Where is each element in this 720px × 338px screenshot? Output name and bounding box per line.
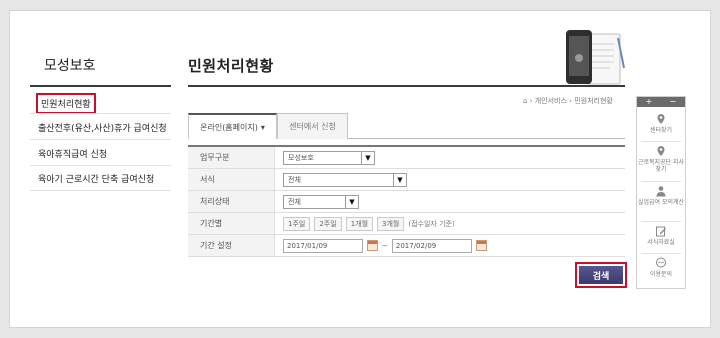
chat-icon xyxy=(656,257,666,268)
form-row-task-type: 업무구분 모성보호 ▼ xyxy=(188,147,625,169)
search-form: 업무구분 모성보호 ▼ 서식 전체 ▼ 처리상태 전체 ▼ 기간별 1주일 2주… xyxy=(188,145,625,257)
sidebar-title: 모성보호 xyxy=(44,58,96,74)
quick-item-inquiry[interactable]: 이용문의 xyxy=(637,257,685,278)
quick-item-benefit-calculator[interactable]: 실업급여 모의계산 xyxy=(637,185,685,206)
tab-center[interactable]: 센터에서 신청 xyxy=(277,113,348,139)
sidebar-divider xyxy=(30,190,171,191)
date-from-input[interactable]: 2017/01/09 xyxy=(283,238,363,253)
quick-item-center-search[interactable]: 센터찾기 xyxy=(637,113,685,134)
task-type-value: 모성보호 xyxy=(288,153,314,162)
period-label: 기간별 xyxy=(188,213,275,234)
quick-menu-divider xyxy=(641,253,681,254)
form-value: 전체 xyxy=(288,175,301,184)
quick-item-branch-search[interactable]: 근로복지공단 지사찾기 xyxy=(637,145,685,173)
map-pin-icon xyxy=(657,114,665,124)
form-row-status: 처리상태 전체 ▼ xyxy=(188,191,625,213)
quick-menu-divider xyxy=(641,181,681,182)
calendar-icon[interactable] xyxy=(367,240,378,251)
tab-online[interactable]: 온라인(홈페이지) ▾ xyxy=(188,113,277,139)
person-icon xyxy=(656,186,666,197)
quick-item-label: 실업급여 모의계산 xyxy=(637,199,685,206)
quick-menu: + − 센터찾기 근로복지공단 지사찾기 실업급여 모의계산 서식자료실 이용문… xyxy=(636,96,686,289)
sidebar-item-reduced-hours[interactable]: 육아기 근로시간 단축 급여신청 xyxy=(38,172,154,185)
quick-item-label: 이용문의 xyxy=(649,271,673,278)
form-row-period-set: 기간 설정 2017/01/09 ~ 2017/02/09 xyxy=(188,235,625,257)
status-select[interactable]: 전체 ▼ xyxy=(283,194,359,209)
sidebar-rule xyxy=(30,85,171,87)
breadcrumb-current: 민원처리현황 xyxy=(574,97,613,105)
page-title: 민원처리현황 xyxy=(188,57,274,75)
quick-item-label: 서식자료실 xyxy=(647,239,675,246)
map-pin-icon xyxy=(657,146,665,156)
form-row-form: 서식 전체 ▼ xyxy=(188,169,625,191)
plus-icon[interactable]: + xyxy=(646,98,653,106)
sidebar-divider xyxy=(30,165,171,166)
period-3month-button[interactable]: 3개월 xyxy=(377,216,405,231)
period-2week-button[interactable]: 2주일 xyxy=(314,216,342,231)
form-row-period: 기간별 1주일 2주일 1개월 3개월 (접수일자 기준) xyxy=(188,213,625,235)
status-label: 처리상태 xyxy=(188,191,275,212)
sidebar-divider xyxy=(30,139,171,140)
quick-item-form-library[interactable]: 서식자료실 xyxy=(637,225,685,246)
task-type-label: 업무구분 xyxy=(188,147,275,168)
period-1month-button[interactable]: 1개월 xyxy=(345,216,374,231)
form-select[interactable]: 전체 ▼ xyxy=(283,172,407,187)
home-icon[interactable]: ⌂ xyxy=(523,97,527,105)
status-value: 전체 xyxy=(288,197,301,206)
chevron-down-icon: ▼ xyxy=(393,173,406,186)
quick-menu-header: + − xyxy=(637,97,685,107)
quick-menu-divider xyxy=(641,221,681,222)
search-button[interactable]: 검색 xyxy=(579,266,623,284)
phone-document-illustration xyxy=(566,30,625,85)
period-1week-button[interactable]: 1주일 xyxy=(283,216,311,231)
search-button-highlight: 검색 xyxy=(575,262,627,288)
sidebar-divider xyxy=(30,113,171,114)
quick-menu-divider xyxy=(641,141,681,142)
minus-icon[interactable]: − xyxy=(670,98,677,106)
date-to-input[interactable]: 2017/02/09 xyxy=(391,238,472,253)
chevron-down-icon: ▾ xyxy=(260,122,265,132)
quick-item-label: 센터찾기 xyxy=(649,127,673,134)
breadcrumb-item[interactable]: 개인서비스 xyxy=(535,97,567,105)
period-note: (접수일자 기준) xyxy=(408,219,455,228)
chevron-down-icon: ▼ xyxy=(345,195,358,208)
tab-center-label: 센터에서 신청 xyxy=(289,122,336,131)
form-label: 서식 xyxy=(188,169,275,190)
calendar-icon[interactable] xyxy=(475,240,487,251)
breadcrumb-separator: › xyxy=(529,97,533,105)
task-type-select[interactable]: 모성보호 ▼ xyxy=(283,150,375,165)
date-range-separator: ~ xyxy=(382,241,388,250)
breadcrumb: ⌂ › 개인서비스 › 민원처리현황 xyxy=(523,96,613,106)
chevron-down-icon: ▼ xyxy=(361,151,374,164)
breadcrumb-separator: › xyxy=(569,97,572,105)
sidebar-item-maternity-leave[interactable]: 출산전후(유산,사산)휴가 급여신청 xyxy=(38,121,167,134)
quick-item-label: 근로복지공단 지사찾기 xyxy=(637,159,685,173)
sidebar-item-childcare-leave[interactable]: 육아휴직급여 신청 xyxy=(38,147,107,160)
period-set-label: 기간 설정 xyxy=(188,235,275,256)
tab-bar: 온라인(홈페이지) ▾ 센터에서 신청 xyxy=(188,113,625,139)
tab-online-label: 온라인(홈페이지) xyxy=(200,122,258,132)
pencil-icon xyxy=(656,226,666,237)
sidebar-item-complaint-status[interactable]: 민원처리현황 xyxy=(36,93,96,114)
